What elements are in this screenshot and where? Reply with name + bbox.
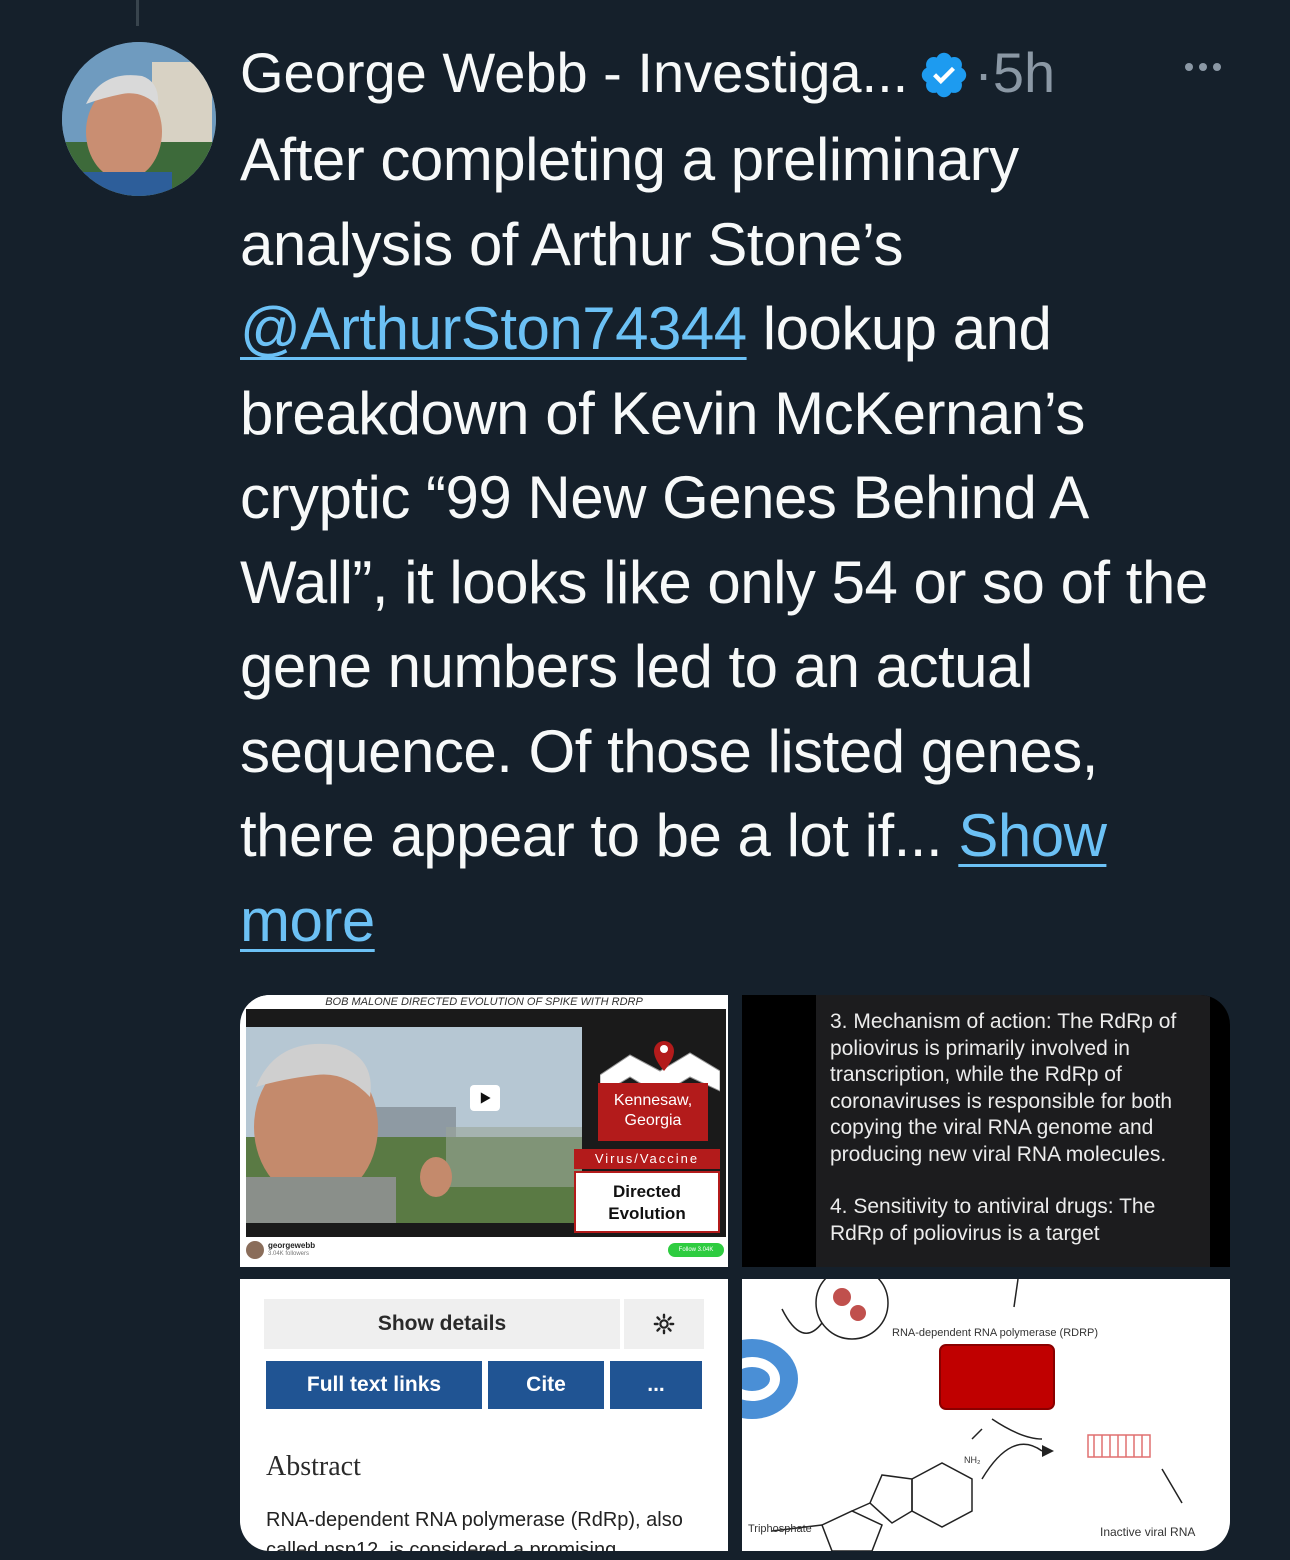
text-screenshot-panel: 3. Mechanism of action: The RdRp of poli… <box>816 995 1210 1267</box>
avatar-photo <box>62 42 216 196</box>
gear-icon <box>624 1299 704 1349</box>
media-pubmed-screenshot[interactable]: Show details Full text links Cite ... Ab… <box>240 1279 728 1551</box>
mini-avatar <box>246 1241 264 1259</box>
screenshot-paragraph-3: 3. Mechanism of action: The RdRp of poli… <box>830 1010 1177 1166</box>
video-follow-button: Follow 3.04K <box>668 1243 724 1257</box>
video-followers: 3.04K followers <box>268 1251 310 1257</box>
media-text-screenshot[interactable]: 3. Mechanism of action: The RdRp of poli… <box>742 995 1230 1267</box>
verified-badge-icon <box>918 47 970 99</box>
triphosphate-label: Triphosphate <box>748 1523 812 1535</box>
nh2-label: NH₂ <box>964 1455 981 1465</box>
abstract-text: RNA-dependent RNA polymerase (RdRp), als… <box>266 1509 683 1551</box>
media-rdrp-diagram[interactable]: RNA-dependent RNA polymerase (RDRP) NH₂ … <box>742 1279 1230 1551</box>
virus-vaccine-tag: Virus/Vaccine <box>574 1149 720 1169</box>
play-icon[interactable] <box>470 1085 500 1111</box>
cite-button: Cite <box>488 1361 604 1409</box>
rdrp-label: RNA-dependent RNA polymerase (RDRP) <box>892 1327 1099 1339</box>
media-grid: BOB MALONE DIRECTED EVOLUTION OF SPIKE W… <box>240 995 1230 1551</box>
author-avatar[interactable] <box>62 42 216 196</box>
header-separator: · <box>974 41 993 104</box>
tweet-header: George Webb - Investiga... · 5h <box>240 38 1055 108</box>
tweet-timestamp[interactable]: 5h <box>993 38 1055 108</box>
full-text-links-button: Full text links <box>266 1361 482 1409</box>
show-details-button: Show details <box>264 1299 620 1349</box>
media-video-thumbnail[interactable]: BOB MALONE DIRECTED EVOLUTION OF SPIKE W… <box>240 995 728 1267</box>
rdrp-diagram <box>742 1279 1183 1551</box>
tweet-text: After completing a preliminary analysis … <box>240 118 1240 963</box>
more-actions-button: ... <box>610 1361 702 1409</box>
video-footer: georgewebb 3.04K followers Follow 3.04K <box>240 1237 728 1267</box>
tweet-text-part1: After completing a preliminary analysis … <box>240 126 1019 278</box>
mention-link[interactable]: @ArthurSton74344 <box>240 295 747 362</box>
directed-evolution-label: Directed Evolution <box>574 1171 720 1233</box>
video-username: georgewebb <box>268 1241 316 1250</box>
more-options-icon[interactable] <box>1180 52 1226 82</box>
location-label: Kennesaw, Georgia <box>598 1083 708 1141</box>
author-name[interactable]: George Webb - Investiga... <box>240 38 908 108</box>
tweet-text-part2: lookup and breakdown of Kevin McKernan’s… <box>240 295 1208 869</box>
screenshot-paragraph-4: 4. Sensitivity to antiviral drugs: The R… <box>830 1195 1156 1245</box>
video-banner-text: BOB MALONE DIRECTED EVOLUTION OF SPIKE W… <box>240 995 728 1009</box>
inactive-rna-label: Inactive viral RNA <box>1100 1525 1196 1539</box>
abstract-heading: Abstract <box>266 1451 361 1482</box>
thread-connector-line <box>136 0 139 26</box>
video-still <box>246 1027 582 1223</box>
